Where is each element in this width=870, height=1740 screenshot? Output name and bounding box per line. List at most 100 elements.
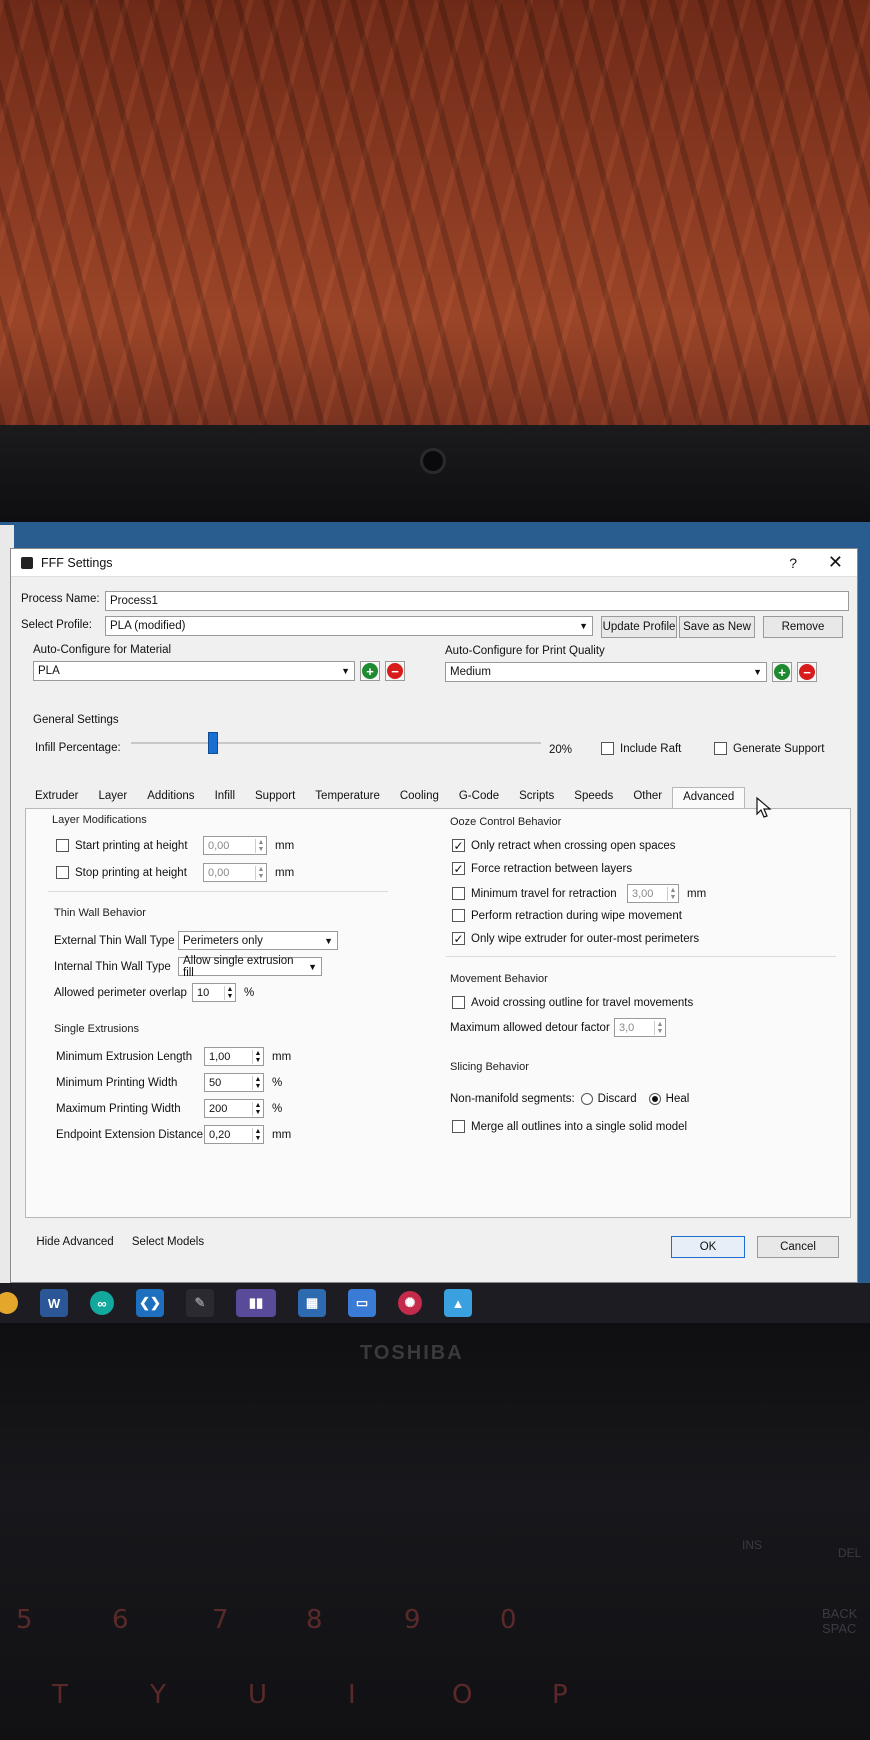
key-9: 9 — [404, 1605, 421, 1635]
key-t: T — [52, 1680, 68, 1710]
chevron-down-icon: ▼ — [324, 935, 333, 946]
wipe-retract-checkbox[interactable] — [452, 909, 465, 922]
tab-cooling[interactable]: Cooling — [390, 787, 449, 809]
spin-arrows-icon[interactable]: ▲ ▼ — [224, 985, 235, 1000]
only-wipe-checkbox[interactable] — [452, 932, 465, 945]
max-detour-value: 3,0 — [619, 1021, 635, 1034]
endpoint-spinbox[interactable]: 0,20 ▲ ▼ — [204, 1125, 264, 1144]
min-length-spinbox[interactable]: 1,00 ▲ ▼ — [204, 1047, 264, 1066]
add-material-button[interactable]: + — [360, 661, 380, 681]
force-retract-row[interactable]: Force retraction between layers — [452, 862, 632, 875]
include-raft-checkbox[interactable] — [601, 742, 614, 755]
tab-infill[interactable]: Infill — [205, 787, 245, 809]
start-height-spinbox[interactable]: 0,00 ▲ ▼ — [203, 836, 267, 855]
spin-arrows-icon[interactable]: ▲ ▼ — [654, 1020, 665, 1035]
wipe-retract-row[interactable]: Perform retraction during wipe movement — [452, 909, 682, 922]
include-raft-row[interactable]: Include Raft — [601, 742, 681, 755]
min-travel-checkbox[interactable] — [452, 887, 465, 900]
non-manifold-label: Non-manifold segments: — [450, 1093, 575, 1105]
slicer-app-icon[interactable]: ▮▮ — [236, 1289, 276, 1317]
stop-printing-checkbox[interactable] — [56, 866, 69, 879]
discard-radio[interactable] — [580, 1093, 593, 1105]
stop-printing-row: Stop printing at height 0,00 ▲ ▼ mm — [56, 863, 294, 882]
tab-other[interactable]: Other — [623, 787, 672, 809]
key-8: 8 — [306, 1605, 323, 1635]
only-wipe-row[interactable]: Only wipe extruder for outer-most perime… — [452, 932, 699, 945]
min-length-row: Minimum Extrusion Length 1,00 ▲ ▼ mm — [56, 1047, 291, 1066]
tab-support[interactable]: Support — [245, 787, 305, 809]
remove-quality-button[interactable]: − — [797, 662, 817, 682]
start-printing-checkbox[interactable] — [56, 839, 69, 852]
spin-arrows-icon[interactable]: ▲ ▼ — [252, 1075, 263, 1090]
unit-mm: mm — [687, 887, 707, 900]
spin-arrows-icon[interactable]: ▲ ▼ — [252, 1101, 263, 1116]
generate-support-checkbox[interactable] — [714, 742, 727, 755]
cancel-button[interactable]: Cancel — [757, 1236, 839, 1258]
stop-height-spinbox[interactable]: 0,00 ▲ ▼ — [203, 863, 267, 882]
generate-support-row[interactable]: Generate Support — [714, 742, 824, 755]
force-retract-checkbox[interactable] — [452, 862, 465, 875]
only-wipe-label: Only wipe extruder for outer-most perime… — [471, 932, 700, 945]
key-o: O — [452, 1680, 473, 1710]
tab-extruder[interactable]: Extruder — [25, 787, 88, 809]
only-retract-row[interactable]: Only retract when crossing open spaces — [452, 839, 676, 852]
merge-outlines-row[interactable]: Merge all outlines into a single solid m… — [452, 1120, 687, 1133]
heal-radio[interactable] — [648, 1093, 661, 1105]
material-select[interactable]: PLA ▼ — [33, 661, 355, 681]
vscode-icon[interactable]: ❮❯ — [136, 1289, 164, 1317]
tab-advanced[interactable]: Advanced — [672, 787, 746, 809]
window-icon[interactable]: ▭ — [348, 1289, 376, 1317]
settings-app-icon[interactable]: ✺ — [398, 1291, 422, 1315]
calculator-icon[interactable]: ▦ — [298, 1289, 326, 1317]
select-models-button[interactable]: Select Models — [129, 1231, 207, 1253]
min-travel-spinbox[interactable]: 3,00 ▲ ▼ — [627, 884, 679, 903]
max-detour-label: Maximum allowed detour factor — [450, 1021, 610, 1034]
ok-button[interactable]: OK — [671, 1236, 745, 1258]
fff-settings-dialog: FFF Settings ? ✕ Process Name: Process1 … — [10, 548, 858, 1283]
remove-material-button[interactable]: − — [385, 661, 405, 681]
only-retract-checkbox[interactable] — [452, 839, 465, 852]
chrome-icon[interactable] — [0, 1292, 18, 1314]
spin-arrows-icon[interactable]: ▲ ▼ — [667, 886, 678, 901]
avoid-crossing-checkbox[interactable] — [452, 996, 465, 1009]
unit-percent: % — [272, 1102, 283, 1115]
spin-arrows-icon[interactable]: ▲ ▼ — [252, 1049, 263, 1064]
max-detour-spinbox[interactable]: 3,0 ▲ ▼ — [614, 1018, 666, 1037]
close-icon[interactable]: ✕ — [828, 552, 843, 573]
add-quality-button[interactable]: + — [772, 662, 792, 682]
save-as-new-button[interactable]: Save as New — [679, 616, 755, 638]
max-width-spinbox[interactable]: 200 ▲ ▼ — [204, 1099, 264, 1118]
word-icon[interactable]: W — [40, 1289, 68, 1317]
process-name-input[interactable]: Process1 — [105, 591, 849, 611]
arduino-icon[interactable]: ∞ — [90, 1291, 114, 1315]
chevron-down-icon: ▼ — [753, 667, 762, 677]
photos-icon[interactable]: ▲ — [444, 1289, 472, 1317]
ext-thin-wall-select[interactable]: Perimeters only ▼ — [178, 931, 338, 950]
spin-arrows-icon[interactable]: ▲ ▼ — [255, 838, 266, 853]
infill-slider-handle[interactable] — [208, 732, 218, 754]
help-button[interactable]: ? — [789, 555, 797, 571]
min-width-spinbox[interactable]: 50 ▲ ▼ — [204, 1073, 264, 1092]
tab-gcode[interactable]: G-Code — [449, 787, 509, 809]
hide-advanced-button[interactable]: Hide Advanced — [31, 1231, 119, 1253]
avoid-crossing-row[interactable]: Avoid crossing outline for travel moveme… — [452, 996, 693, 1009]
pen-icon[interactable]: ✎ — [186, 1289, 214, 1317]
profile-select[interactable]: PLA (modified) ▼ — [105, 616, 593, 636]
quality-select[interactable]: Medium ▼ — [445, 662, 767, 682]
infill-slider-track[interactable] — [131, 742, 541, 744]
spin-arrows-icon[interactable]: ▲ ▼ — [255, 865, 266, 880]
spin-arrows-icon[interactable]: ▲ ▼ — [252, 1127, 263, 1142]
tab-temperature[interactable]: Temperature — [305, 787, 390, 809]
tab-layer[interactable]: Layer — [88, 787, 137, 809]
tab-additions[interactable]: Additions — [137, 787, 204, 809]
endpoint-row: Endpoint Extension Distance 0,20 ▲ ▼ mm — [56, 1125, 291, 1144]
int-thin-wall-select[interactable]: Allow single extrusion fill ▼ — [178, 955, 322, 979]
tab-scripts[interactable]: Scripts — [509, 787, 564, 809]
update-profile-button[interactable]: Update Profile — [601, 616, 677, 638]
mouse-cursor-icon — [756, 797, 772, 818]
overlap-spinbox[interactable]: 10 ▲ ▼ — [192, 983, 236, 1002]
remove-button[interactable]: Remove — [763, 616, 843, 638]
merge-outlines-checkbox[interactable] — [452, 1120, 465, 1133]
tab-speeds[interactable]: Speeds — [564, 787, 623, 809]
ooze-control-heading: Ooze Control Behavior — [450, 816, 562, 828]
